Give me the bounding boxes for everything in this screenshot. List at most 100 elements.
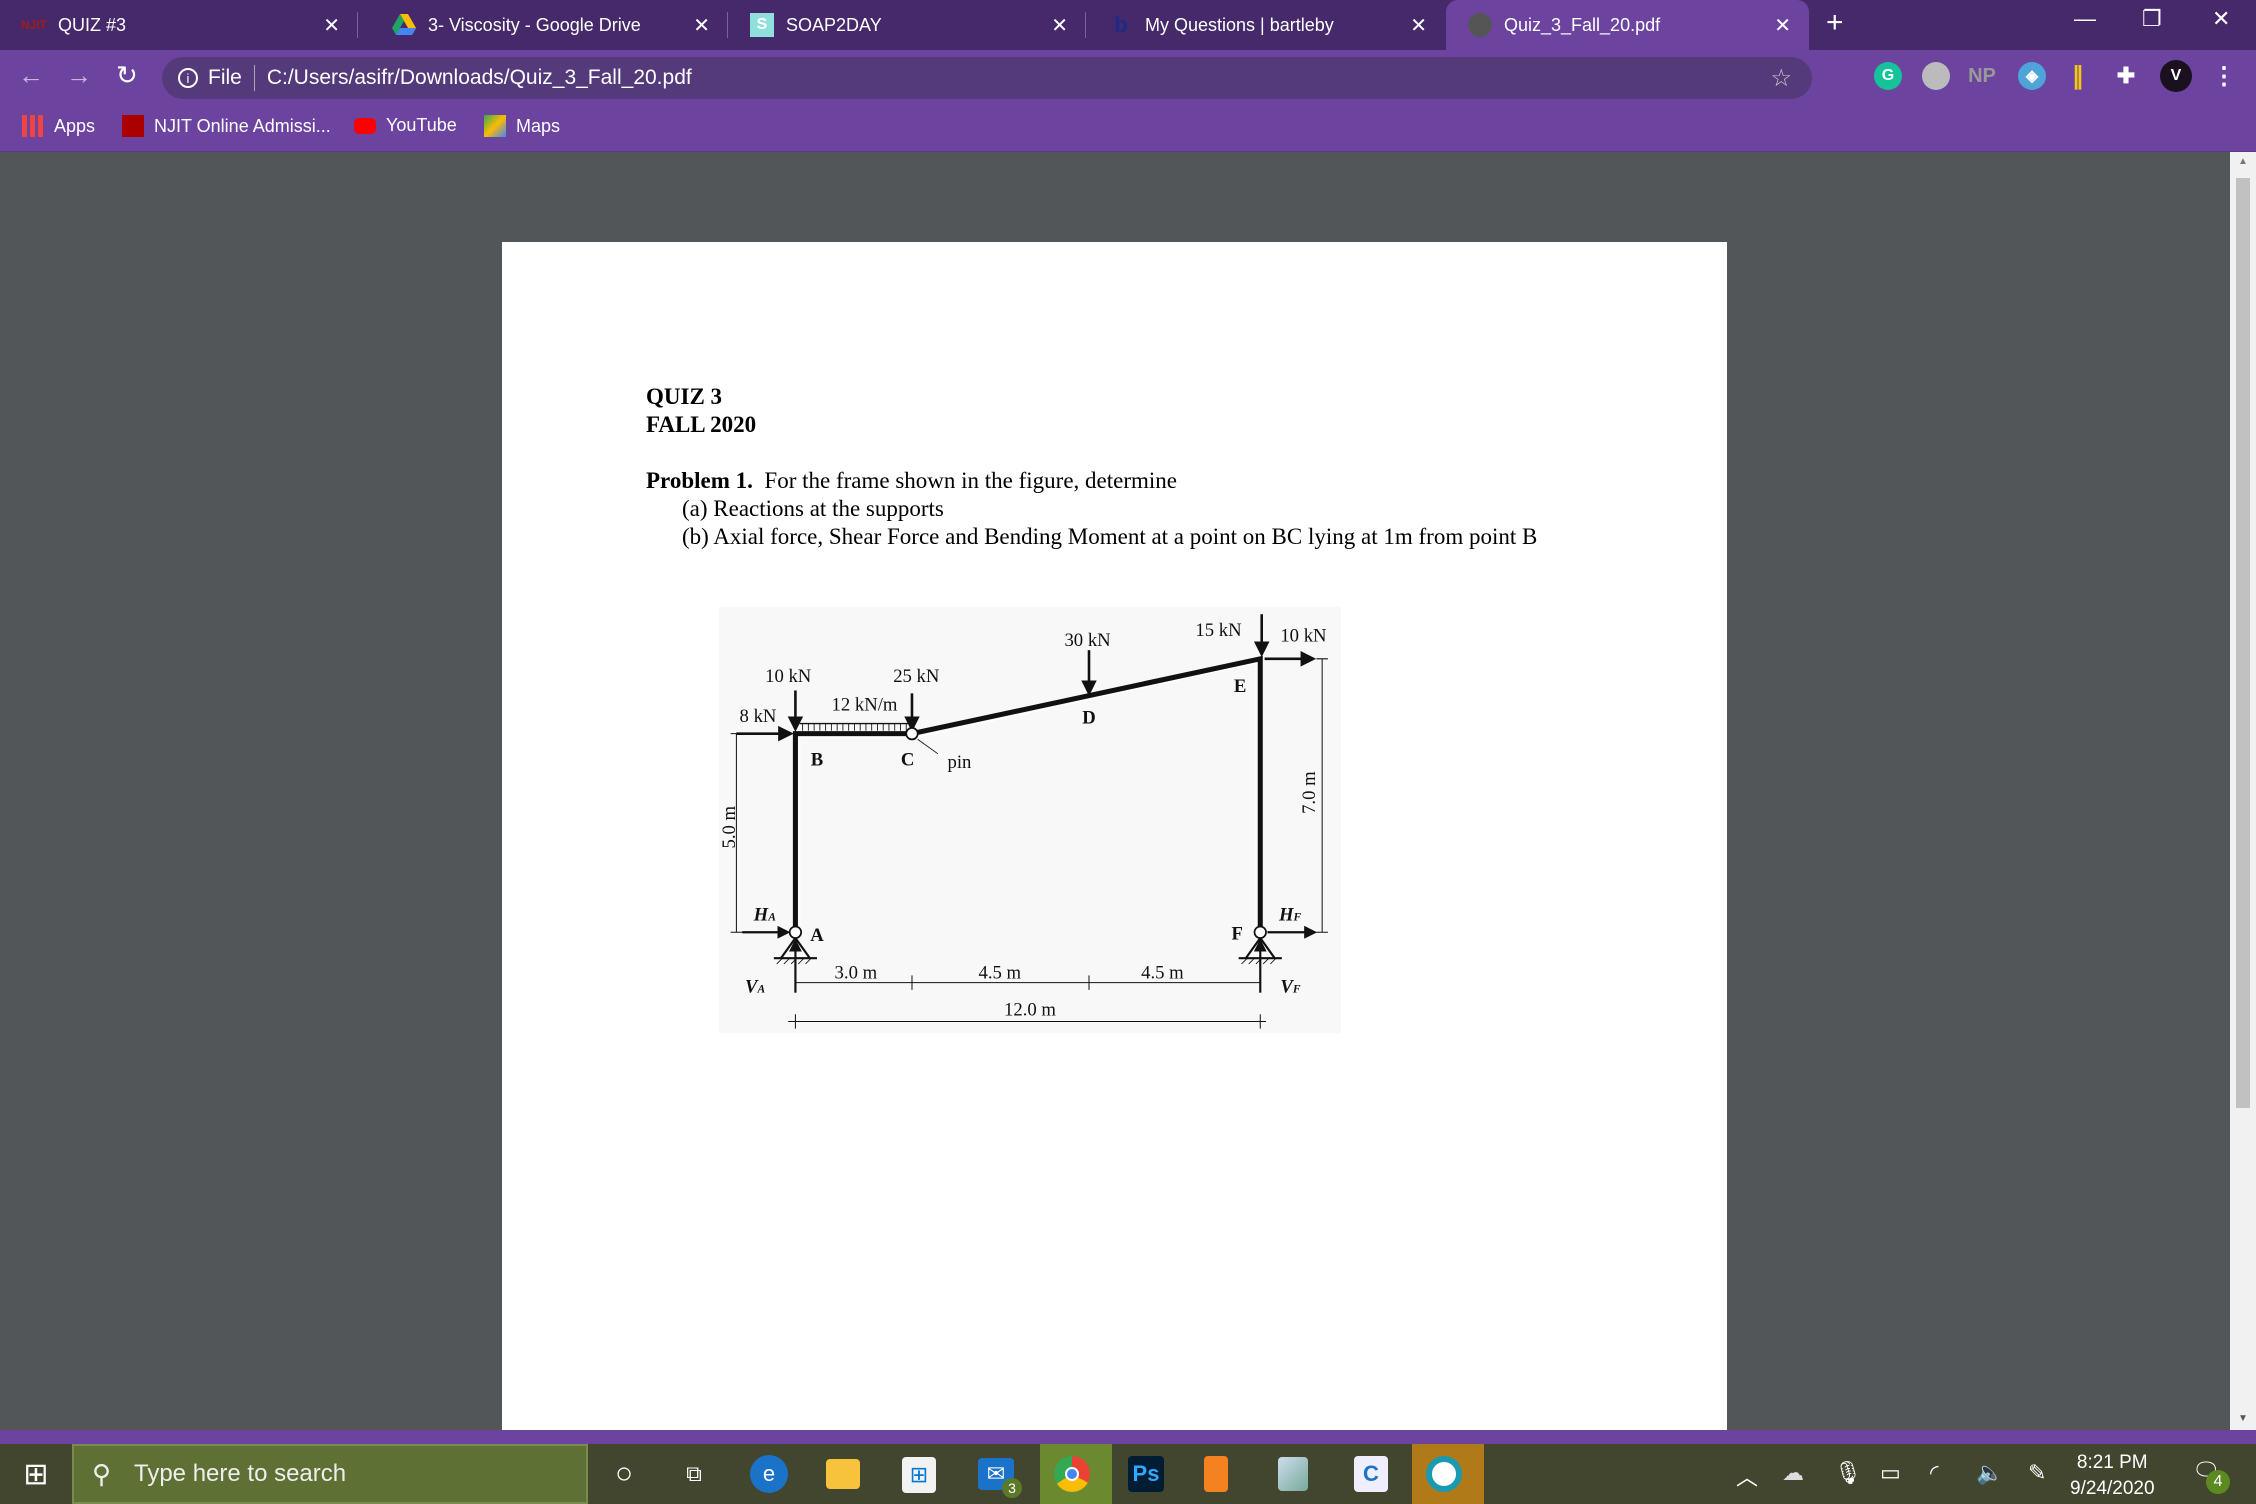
hinge-a-icon [788, 925, 803, 939]
maps-icon [484, 115, 506, 137]
minimize-button[interactable]: — [2074, 6, 2096, 32]
show-hidden-icons-chevron[interactable]: ︿ [1736, 1460, 1758, 1492]
notification-badge: 4 [2206, 1470, 2230, 1494]
label-point-c: C [901, 749, 915, 770]
tab-google-drive[interactable]: 3- Viscosity - Google Drive ✕ [370, 0, 728, 50]
doc-term: FALL 2020 [646, 412, 757, 437]
dim-3m: 3.0 m [835, 962, 878, 983]
windows-start-icon[interactable]: ⊞ [14, 1452, 58, 1496]
vertical-scrollbar[interactable]: ▲ ▼ [2230, 152, 2256, 1430]
bookmark-star-icon[interactable]: ☆ [1770, 64, 1792, 93]
url-text[interactable]: C:/Users/asifr/Downloads/Quiz_3_Fall_20.… [267, 66, 692, 90]
app-taskbar-active[interactable] [1412, 1444, 1484, 1504]
browser-toolbar: ← → ↻ i File C:/Users/asifr/Downloads/Qu… [0, 50, 2256, 103]
extensions-puzzle-icon[interactable]: ✚ [2112, 62, 2140, 90]
globe-icon [1468, 13, 1492, 37]
scroll-down-icon[interactable]: ▼ [2238, 1413, 2248, 1424]
forward-button[interactable]: → [66, 60, 92, 91]
mail-icon[interactable]: ✉ 3 [978, 1458, 1022, 1498]
hinge-f-icon [1253, 925, 1267, 939]
bartleby-icon: b [1114, 12, 1128, 37]
books-icon[interactable] [1204, 1456, 1228, 1492]
label-10kn-right: 10 kN [1280, 626, 1327, 647]
label-point-d: D [1082, 708, 1096, 729]
bookmarks-bar: Apps NJIT Online Admissi... YouTube Maps [0, 103, 2256, 152]
reload-button[interactable]: ↻ [116, 60, 138, 91]
label-udl: 12 kN/m [832, 695, 898, 716]
cortana-icon[interactable]: ○ [602, 1452, 646, 1496]
close-tab-icon[interactable]: ✕ [323, 13, 340, 38]
pin-c-icon [905, 727, 919, 741]
bookmark-label: NJIT Online Admissi... [154, 115, 331, 136]
bookmark-njit[interactable]: NJIT Online Admissi... [122, 115, 331, 137]
taskbar-search-input[interactable]: ⚲ Type here to search [72, 1444, 588, 1504]
scrollbar-thumb[interactable] [2236, 178, 2250, 1108]
bookmark-label: Maps [516, 115, 561, 136]
close-tab-icon[interactable]: ✕ [1410, 13, 1427, 38]
onedrive-icon[interactable]: ☁ [1782, 1460, 1804, 1486]
circle-app-icon [1426, 1456, 1462, 1492]
chrome-taskbar-active[interactable] [1040, 1444, 1112, 1504]
label-8kn: 8 kN [740, 706, 777, 727]
volume-icon[interactable]: 🔈 [1976, 1460, 2003, 1486]
scheme-label: File [208, 66, 242, 89]
dim-5m: 5.0 m [719, 805, 740, 848]
profile-avatar[interactable]: V [2160, 60, 2192, 92]
clock-time: 8:21 PM [2076, 1452, 2148, 1473]
c-app-icon[interactable]: C [1354, 1456, 1388, 1492]
system-clock[interactable]: 8:21 PM 9/24/2020 [2070, 1450, 2155, 1502]
extension-circle-icon[interactable] [1922, 62, 1950, 90]
microphone-icon[interactable]: 🎙 [1834, 1460, 1862, 1486]
dim-4-5m-b: 4.5 m [1141, 962, 1184, 983]
problem-label: Problem 1. [646, 468, 753, 493]
back-button[interactable]: ← [18, 60, 44, 91]
label-point-b: B [811, 749, 823, 770]
close-tab-icon[interactable]: ✕ [693, 13, 710, 38]
search-icon: ⚲ [92, 1458, 112, 1489]
tab-quiz-pdf[interactable]: Quiz_3_Fall_20.pdf ✕ [1446, 0, 1809, 50]
tab-quiz3[interactable]: NJIT QUIZ #3 ✕ [0, 0, 358, 50]
apps-grid-icon [22, 115, 44, 137]
tab-title: 3- Viscosity - Google Drive [428, 14, 641, 35]
notifications-icon[interactable]: 🗨 4 [2192, 1458, 2230, 1494]
label-point-e: E [1234, 676, 1246, 697]
extension-bars-icon[interactable]: ∥ [2064, 62, 2092, 90]
clock-date: 9/24/2020 [2070, 1478, 2155, 1499]
label-pin: pin [948, 752, 973, 773]
google-drive-icon [392, 13, 416, 37]
wifi-icon[interactable]: ◜ [1930, 1460, 1939, 1486]
info-icon[interactable]: i [178, 68, 198, 88]
part-b: (b) Axial force, Shear Force and Bending… [682, 524, 1538, 549]
task-view-icon[interactable]: ⧉ [672, 1452, 716, 1496]
new-tab-button[interactable]: + [1826, 6, 1844, 40]
menu-kebab-icon[interactable]: ⋮ [2210, 62, 2238, 90]
bookmark-maps[interactable]: Maps [484, 115, 560, 137]
bookmark-apps[interactable]: Apps [22, 115, 95, 137]
bookmark-youtube[interactable]: YouTube [354, 115, 457, 136]
window-border [0, 1430, 2256, 1444]
edge-icon[interactable]: e [750, 1455, 788, 1493]
search-placeholder: Type here to search [134, 1460, 347, 1487]
restore-button[interactable]: ❐ [2142, 6, 2162, 32]
battery-icon[interactable]: ▭ [1880, 1460, 1901, 1486]
close-window-button[interactable]: ✕ [2212, 6, 2230, 32]
np-extension-icon[interactable]: NP [1968, 62, 1996, 90]
tab-title: Quiz_3_Fall_20.pdf [1504, 14, 1661, 35]
extension-diamond-icon[interactable]: ◈ [2018, 62, 2046, 90]
tab-soap2day[interactable]: S SOAP2DAY ✕ [728, 0, 1086, 50]
scroll-up-icon[interactable]: ▲ [2238, 156, 2248, 167]
tab-bartleby[interactable]: b My Questions | bartleby ✕ [1087, 0, 1445, 50]
tab-title: QUIZ #3 [58, 14, 127, 35]
notepad-icon[interactable] [1278, 1457, 1308, 1491]
pen-icon[interactable]: ✎ [2028, 1460, 2046, 1486]
photoshop-icon[interactable]: Ps [1128, 1456, 1164, 1492]
address-bar[interactable]: i File C:/Users/asifr/Downloads/Quiz_3_F… [162, 57, 1812, 99]
file-explorer-icon[interactable] [826, 1459, 860, 1489]
problem-text: For the frame shown in the figure, deter… [764, 468, 1178, 493]
frame-figure: 10 kN 25 kN 12 kN/m 8 kN 30 kN 15 kN 10 … [719, 607, 1341, 1033]
close-tab-icon[interactable]: ✕ [1774, 13, 1791, 38]
store-icon[interactable]: ⊞ [902, 1457, 936, 1493]
close-tab-icon[interactable]: ✕ [1051, 13, 1068, 38]
bookmark-label: Apps [54, 115, 96, 136]
grammarly-icon[interactable]: G [1874, 62, 1902, 90]
